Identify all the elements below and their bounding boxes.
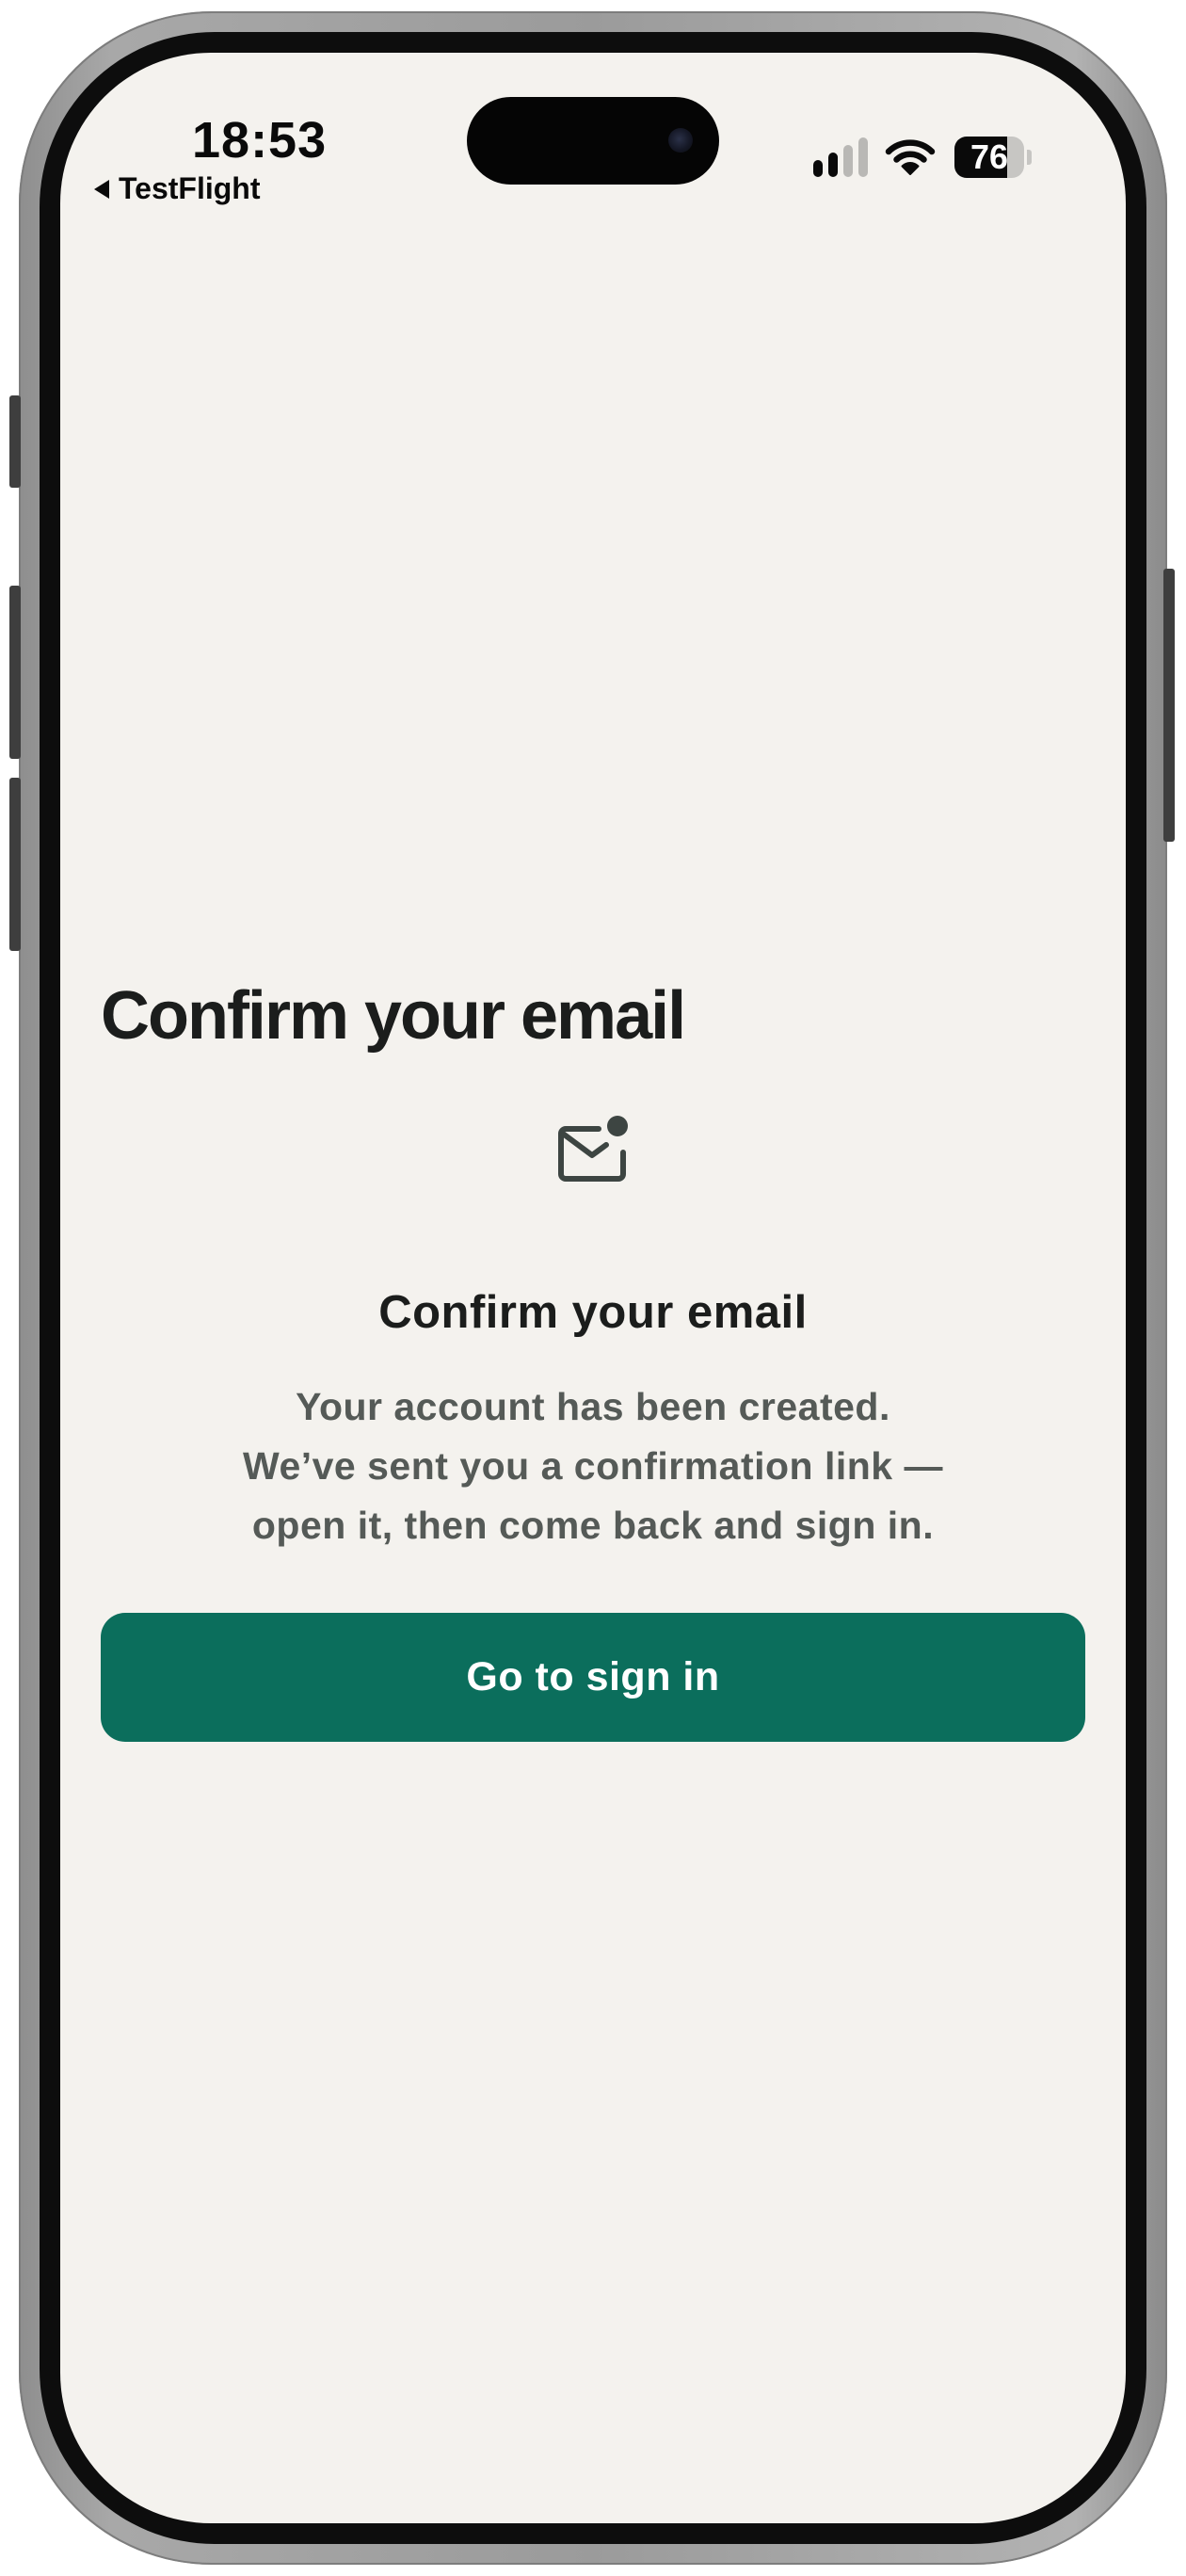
battery-tip — [1027, 150, 1032, 165]
battery-icon: 76 — [954, 137, 1032, 178]
signal-bar — [843, 145, 853, 177]
action-button — [9, 395, 21, 488]
volume-up-button — [9, 586, 21, 759]
confirmation-message: Your account has been created. We’ve sen… — [242, 1385, 943, 1547]
front-camera-icon — [668, 128, 693, 153]
status-time: 18:53 — [192, 112, 328, 169]
wifi-icon — [885, 139, 936, 175]
signal-bar — [858, 137, 868, 177]
dynamic-island — [467, 97, 719, 185]
mail-unread-icon — [558, 1116, 628, 1182]
signal-bar — [813, 160, 823, 177]
go-to-sign-in-button[interactable]: Go to sign in — [101, 1613, 1085, 1742]
confirmation-heading: Confirm your email — [378, 1287, 808, 1338]
back-to-app-link[interactable]: TestFlight — [94, 171, 261, 206]
cellular-signal-icon — [813, 137, 872, 177]
page-title: Confirm your email — [101, 978, 686, 1054]
status-indicators: 76 — [813, 134, 1032, 181]
power-button — [1163, 569, 1175, 842]
screen: 18:53 TestFlight 76 Confirm your email C… — [60, 53, 1126, 2523]
back-app-label: TestFlight — [119, 171, 261, 205]
back-arrow-icon — [94, 179, 109, 199]
signal-bar — [828, 153, 838, 177]
battery-level: 76 — [970, 137, 1009, 176]
volume-down-button — [9, 778, 21, 951]
